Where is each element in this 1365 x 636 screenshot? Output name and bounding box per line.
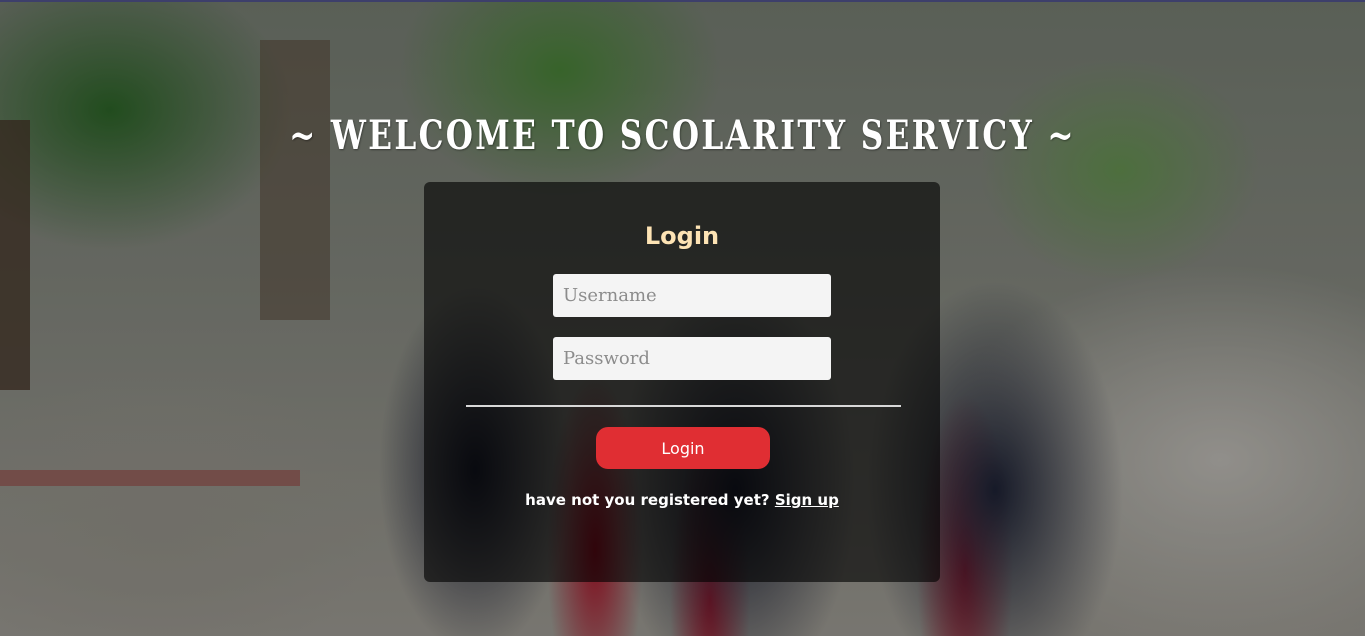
signup-link[interactable]: Sign up bbox=[775, 491, 839, 509]
welcome-heading: ~ Welcome to scolarity servicy ~ bbox=[289, 112, 1076, 159]
login-title: Login bbox=[644, 222, 720, 250]
login-card: Login Login have not you registered yet?… bbox=[424, 182, 940, 582]
top-border bbox=[0, 0, 1365, 2]
login-button[interactable]: Login bbox=[596, 427, 770, 469]
form-divider bbox=[466, 405, 901, 407]
signup-prompt: have not you registered yet? Sign up bbox=[424, 491, 940, 509]
username-input[interactable] bbox=[553, 274, 831, 317]
login-page: ~ Welcome to scolarity servicy ~ Login L… bbox=[0, 0, 1365, 636]
password-input[interactable] bbox=[553, 337, 831, 380]
register-prompt-text: have not you registered yet? bbox=[525, 491, 770, 509]
